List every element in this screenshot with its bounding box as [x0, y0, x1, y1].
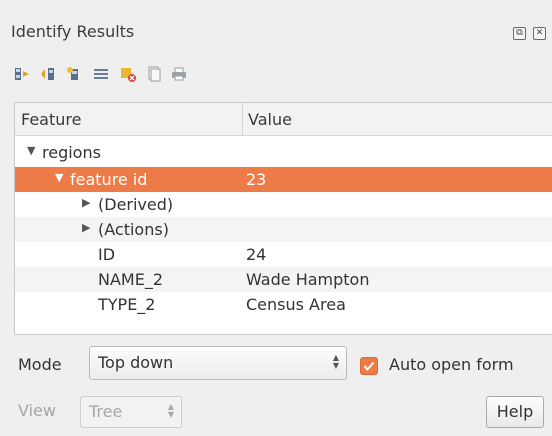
mode-select[interactable]: Top down ▲ ▼ [89, 346, 347, 380]
print-icon[interactable] [171, 66, 187, 82]
view-label: View [18, 401, 56, 420]
mode-label: Mode [18, 355, 62, 374]
value-cell: 24 [246, 245, 267, 264]
collapse-tree-icon[interactable] [40, 66, 56, 82]
value-cell: 23 [246, 170, 267, 189]
feature-cell: TYPE_2 [98, 295, 156, 314]
feature-cell: NAME_2 [98, 270, 164, 289]
feature-cell: (Derived) [98, 195, 174, 214]
view-select-value: Tree [89, 402, 123, 421]
tree-row[interactable]: ▶ (Actions) [15, 217, 552, 242]
expanded-arrow-icon[interactable]: ▼ [55, 171, 63, 184]
results-tree[interactable]: Feature Value ▼ regions ▼ feature id 23 … [14, 102, 552, 335]
feature-cell: feature id [70, 170, 148, 189]
feature-cell: (Actions) [98, 220, 169, 239]
collapsed-arrow-icon[interactable]: ▶ [82, 196, 90, 209]
mode-select-value: Top down [98, 353, 174, 372]
value-cell: Census Area [246, 295, 346, 314]
auto-open-form-label[interactable]: Auto open form [389, 355, 514, 374]
tree-row[interactable]: ID 24 [15, 242, 552, 267]
feature-cell: regions [42, 143, 101, 162]
tree-row-selected[interactable]: ▼ feature id 23 [15, 167, 552, 192]
tree-row[interactable]: NAME_2 Wade Hampton [15, 267, 552, 292]
column-header-value[interactable]: Value [248, 110, 292, 129]
tree-row[interactable]: ▶ (Derived) [15, 192, 552, 217]
view-select: Tree ▲ ▼ [80, 396, 182, 428]
panel-titlebar: Identify Results ⧉ ✕ [0, 0, 552, 58]
tree-row[interactable]: ▼ regions [15, 140, 552, 165]
help-button[interactable]: Help [486, 396, 544, 428]
expand-tree-icon[interactable] [14, 66, 30, 82]
float-panel-button[interactable]: ⧉ [513, 27, 526, 40]
column-header-feature[interactable]: Feature [21, 110, 81, 129]
tree-header: Feature Value [15, 103, 552, 136]
auto-open-form-checkbox[interactable] [360, 357, 378, 375]
feature-cell: ID [98, 245, 116, 264]
spin-arrows-icon: ▲ ▼ [167, 402, 174, 419]
column-divider[interactable] [242, 103, 243, 135]
value-cell: Wade Hampton [246, 270, 370, 289]
clear-results-icon[interactable] [120, 66, 136, 82]
spin-arrows-icon: ▲ ▼ [332, 353, 339, 370]
collapsed-arrow-icon[interactable]: ▶ [82, 221, 90, 234]
copy-icon[interactable] [146, 66, 162, 82]
expand-new-icon[interactable] [66, 66, 82, 82]
properties-icon[interactable] [93, 66, 109, 82]
tree-row[interactable]: TYPE_2 Census Area [15, 292, 552, 317]
expanded-arrow-icon[interactable]: ▼ [27, 144, 35, 157]
panel-title: Identify Results [11, 22, 135, 41]
checkmark-icon [363, 361, 375, 372]
close-panel-button[interactable]: ✕ [533, 27, 546, 40]
